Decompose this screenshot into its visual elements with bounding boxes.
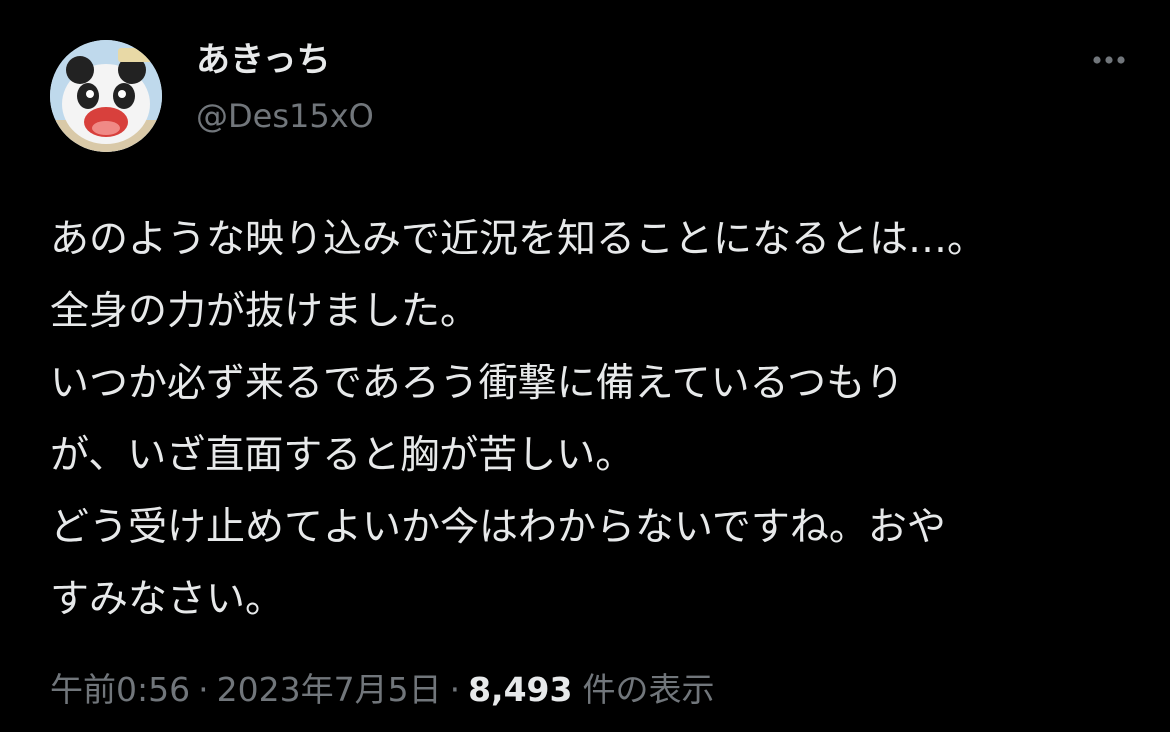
- meta-separator: ·: [198, 670, 209, 709]
- view-count[interactable]: 8,493: [468, 670, 572, 709]
- tweet-text: あのような映り込みで近況を知ることになるとは…。 全身の力が抜けました。 いつか…: [50, 204, 1130, 636]
- tweet-text-line: あのような映り込みで近況を知ることになるとは…。: [50, 217, 987, 262]
- avatar[interactable]: [50, 40, 162, 152]
- tweet-time[interactable]: 午前0:56: [50, 670, 190, 709]
- tweet-text-line: 全身の力が抜けました。: [50, 289, 480, 334]
- more-options-button[interactable]: [1084, 48, 1134, 72]
- tweet-date[interactable]: 2023年7月5日: [217, 670, 442, 709]
- view-count-label[interactable]: 件の表示: [582, 670, 714, 709]
- tweet-metadata: 午前0:56 · 2023年7月5日 · 8,493 件の表示: [50, 664, 714, 716]
- author-display-name[interactable]: あきっち: [196, 40, 331, 80]
- tweet-text-line: どう受け止めてよいか今はわからないですね。おや: [50, 505, 946, 550]
- author-handle[interactable]: @Des15xO: [196, 96, 374, 136]
- tweet-text-line: いつか必ず来るであろう衝撃に備えているつもり: [50, 361, 905, 406]
- tweet-text-line: すみなさい。: [50, 577, 285, 622]
- tweet-text-line: が、いざ直面すると胸が苦しい。: [50, 433, 635, 478]
- panda-avatar-image: [50, 40, 162, 152]
- meta-separator: ·: [449, 670, 461, 709]
- more-horizontal-icon: [1093, 56, 1125, 64]
